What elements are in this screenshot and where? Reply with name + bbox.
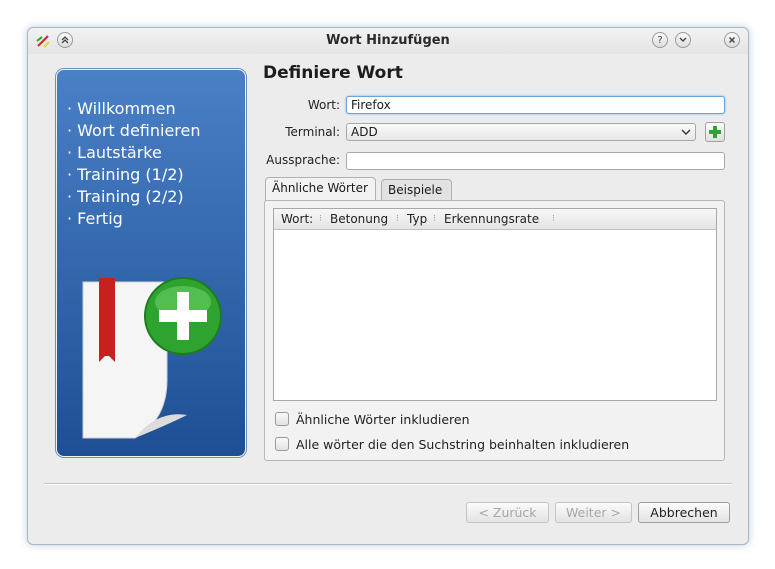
wizard-step: Training (1/2) [67,164,201,186]
wizard-step: Willkommen [67,98,201,120]
column-separator: ⁝ [396,214,399,224]
plus-icon [709,126,721,138]
similar-words-table[interactable]: Wort: ⁝ Betonung ⁝ Typ ⁝ Erkennungsrate … [273,208,717,401]
column-header-stress[interactable]: Betonung [330,212,388,226]
word-input[interactable]: Firefox [346,96,725,114]
title-bar[interactable]: Wort Hinzufügen ? [28,28,748,54]
help-icon[interactable]: ? [652,32,668,48]
chevron-down-icon [681,129,691,135]
include-substring-words-checkbox[interactable] [275,437,289,451]
terminal-select[interactable]: ADD [346,123,696,141]
tab-similar-words[interactable]: Ähnliche Wörter [265,177,376,201]
column-separator: ⁝ [552,214,555,224]
back-button[interactable]: < Zurück [466,502,549,523]
pronunciation-input[interactable] [346,152,725,170]
tab-label: Ähnliche Wörter [272,181,368,195]
wizard-step: Fertig [67,208,201,230]
wizard-step: Lautstärke [67,142,201,164]
wizard-step: Training (2/2) [67,186,201,208]
close-icon[interactable] [724,32,740,48]
include-similar-words-checkbox[interactable] [275,412,289,426]
add-terminal-button[interactable] [705,122,725,142]
table-header: Wort: ⁝ Betonung ⁝ Typ ⁝ Erkennungsrate … [274,209,716,230]
window-title: Wort Hinzufügen [326,33,450,48]
column-header-word[interactable]: Wort: [281,212,313,226]
pronunciation-label: Aussprache: [266,153,340,167]
page-title: Definiere Wort [263,63,403,83]
button-separator [44,483,732,485]
include-substring-words-label[interactable]: Alle wörter die den Suchstring beinhalte… [296,437,629,452]
add-word-illustration-icon [82,277,222,439]
wizard-step: Wort definieren [67,120,200,142]
tab-label: Beispiele [388,183,443,197]
similar-words-panel: Wort: ⁝ Betonung ⁝ Typ ⁝ Erkennungsrate … [264,200,725,461]
cancel-button[interactable]: Abbrechen [638,502,730,523]
wizard-step-list: Willkommen Wort definieren Lautstärke Tr… [67,98,201,230]
column-header-recognition-rate[interactable]: Erkennungsrate [444,212,539,226]
tab-examples[interactable]: Beispiele [381,179,452,201]
terminal-label: Terminal: [285,125,340,139]
include-similar-words-label[interactable]: Ähnliche Wörter inkludieren [296,412,470,427]
column-separator: ⁝ [319,214,322,224]
column-separator: ⁝ [433,214,436,224]
column-header-type[interactable]: Typ [407,212,427,226]
word-label: Wort: [307,98,340,112]
wizard-window: Wort Hinzufügen ? Willkommen Wort defini… [27,27,749,545]
minimize-icon[interactable] [675,32,691,48]
next-button[interactable]: Weiter > [555,502,632,523]
terminal-select-value: ADD [351,125,378,139]
wizard-sidebar: Willkommen Wort definieren Lautstärke Tr… [56,69,246,457]
